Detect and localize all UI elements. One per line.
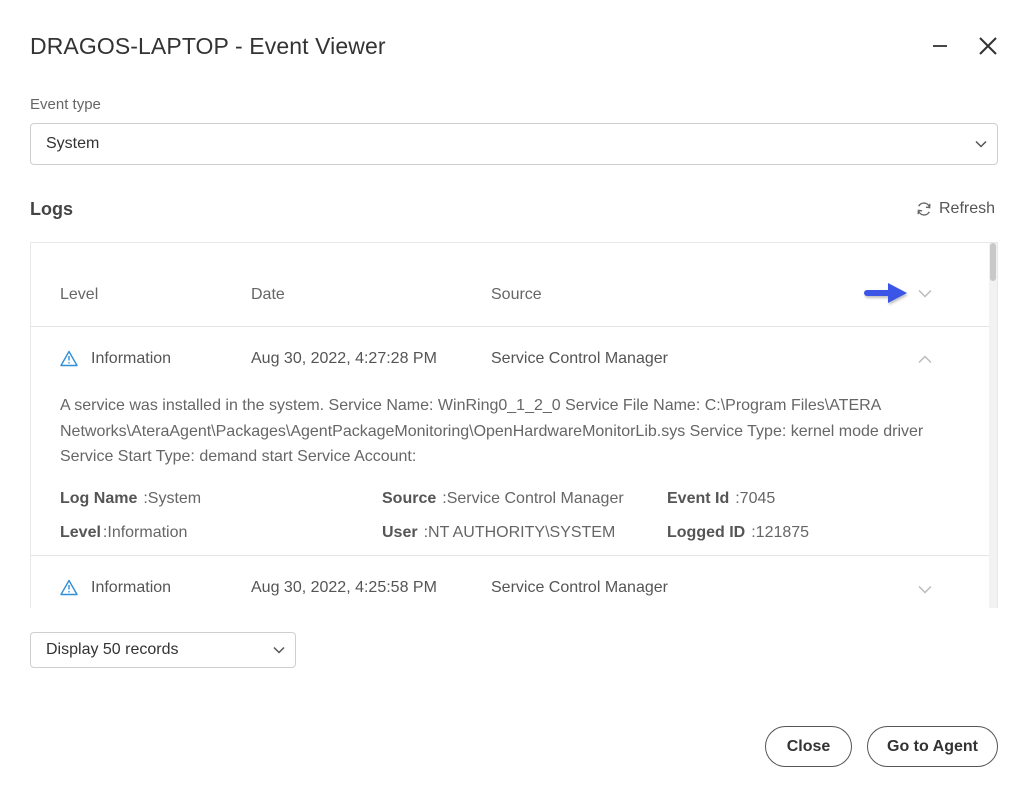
detail-label: Source	[382, 490, 437, 507]
refresh-button[interactable]: Refresh	[916, 200, 995, 218]
row-date: Aug 30, 2022, 4:25:58 PM	[251, 579, 437, 596]
warning-icon	[60, 579, 78, 601]
detail-label: User	[382, 524, 418, 541]
detail-source: Source :Service Control Manager	[382, 490, 624, 508]
event-viewer-dialog: DRAGOS-LAPTOP - Event Viewer Event type …	[0, 0, 1027, 796]
row-date: Aug 30, 2022, 4:27:28 PM	[251, 350, 437, 367]
row-description: A service was installed in the system. S…	[60, 397, 924, 465]
scrollbar[interactable]	[989, 243, 997, 608]
chevron-up-icon	[918, 355, 932, 364]
detail-label: Level	[60, 524, 101, 541]
expand-row-toggle[interactable]	[918, 581, 932, 599]
detail-user: User :NT AUTHORITY\SYSTEM	[382, 524, 615, 542]
column-source: Source	[491, 286, 542, 303]
detail-value: :Service Control Manager	[442, 490, 624, 507]
detail-value: :121875	[751, 524, 810, 541]
detail-value: :System	[143, 490, 202, 507]
close-button[interactable]: Close	[765, 726, 852, 767]
detail-label: Logged ID	[667, 524, 746, 541]
chevron-down-icon	[273, 646, 285, 654]
row-source: Service Control Manager	[491, 579, 668, 596]
detail-log-name: Log Name :System	[60, 490, 201, 508]
minimize-icon	[933, 45, 947, 47]
event-type-value: System	[46, 135, 100, 152]
detail-value: :Information	[102, 524, 188, 541]
table-row[interactable]: Information Aug 30, 2022, 4:25:58 PM Ser…	[31, 556, 991, 608]
close-icon	[979, 37, 997, 55]
row-level: Information	[91, 579, 172, 596]
chevron-down-icon	[918, 289, 932, 298]
warning-icon	[60, 350, 78, 372]
logs-heading: Logs	[30, 199, 73, 219]
event-type-select[interactable]: System	[30, 123, 998, 165]
row-source: Service Control Manager	[491, 350, 668, 367]
detail-logged-id: Logged ID :121875	[667, 524, 809, 542]
collapse-row-toggle[interactable]	[918, 351, 932, 369]
row-level: Information	[91, 350, 172, 367]
go-to-agent-button[interactable]: Go to Agent	[867, 726, 998, 767]
minimize-button[interactable]	[924, 30, 956, 62]
event-type-label: Event type	[30, 96, 101, 113]
expand-all-toggle[interactable]	[918, 285, 932, 303]
records-per-page-select[interactable]: Display 50 records	[30, 632, 296, 668]
detail-value: :NT AUTHORITY\SYSTEM	[423, 524, 616, 541]
close-window-button[interactable]	[972, 30, 1004, 62]
refresh-label: Refresh	[939, 200, 996, 217]
dialog-title: DRAGOS-LAPTOP - Event Viewer	[30, 33, 386, 59]
refresh-icon	[917, 202, 931, 216]
records-per-page-value: Display 50 records	[46, 641, 179, 658]
detail-value: :7045	[735, 490, 776, 507]
logs-table: Level Date Source Information Aug 30, 20…	[30, 242, 998, 608]
detail-label: Log Name	[60, 490, 138, 507]
table-row[interactable]: Information Aug 30, 2022, 4:27:28 PM Ser…	[31, 327, 991, 556]
chevron-down-icon	[975, 140, 987, 148]
chevron-down-icon	[918, 585, 932, 594]
detail-label: Event Id	[667, 490, 730, 507]
annotation-arrow-icon	[864, 283, 907, 303]
column-level: Level	[60, 286, 99, 303]
scrollbar-thumb[interactable]	[990, 243, 996, 281]
column-date: Date	[251, 286, 285, 303]
detail-level: Level:Information	[60, 524, 187, 542]
detail-event-id: Event Id :7045	[667, 490, 775, 508]
table-header: Level Date Source	[31, 243, 991, 327]
